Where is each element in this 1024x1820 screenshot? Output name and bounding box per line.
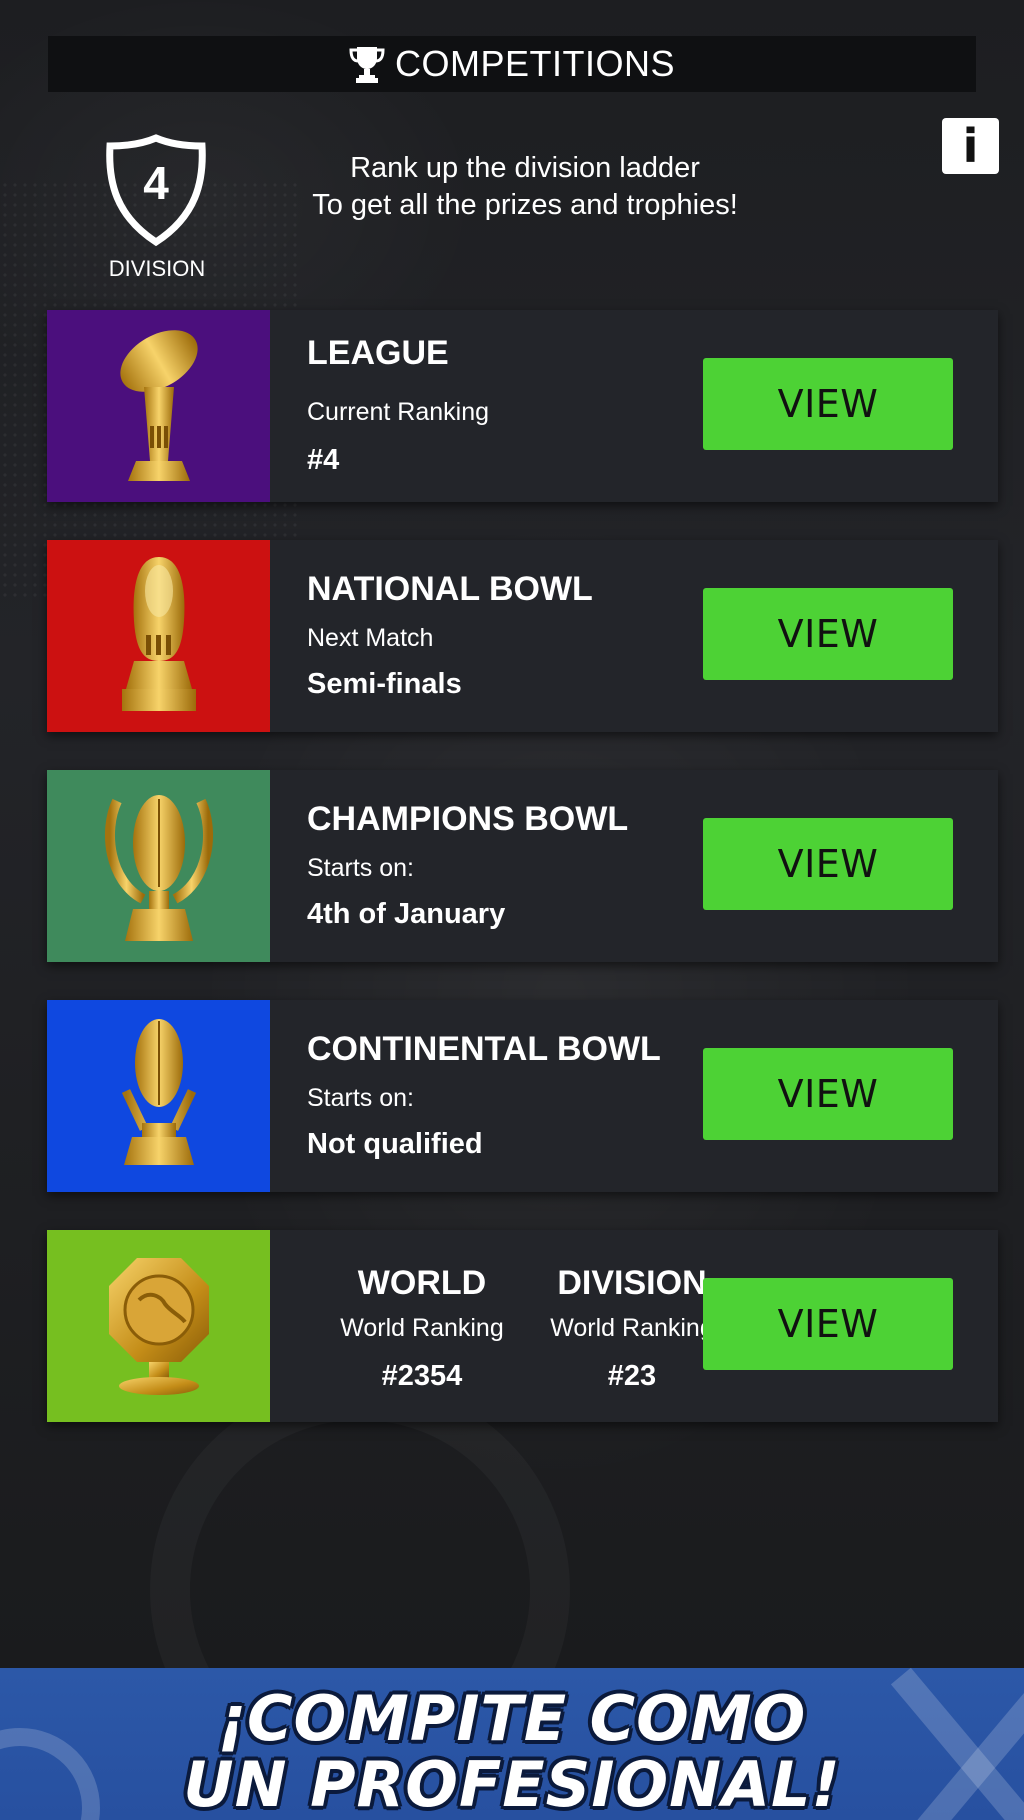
league-view-button[interactable]: VIEW <box>703 358 953 450</box>
card-value: Not qualified <box>307 1128 483 1160</box>
tagline-line-1: Rank up the division ladder <box>350 152 700 184</box>
champions-bowl-trophy-icon <box>104 795 213 941</box>
division-subtitle: World Ranking <box>550 1314 714 1342</box>
division-value: #23 <box>607 1360 657 1392</box>
card-title: CHAMPIONS BOWL <box>307 800 629 838</box>
world-value: #2354 <box>381 1360 463 1392</box>
title-bar: COMPETITIONS <box>48 36 976 92</box>
world-ranking-view-button[interactable]: VIEW <box>703 1278 953 1370</box>
continental-bowl-info: CONTINENTAL BOWL Starts on: Not qualifie… <box>307 1000 727 1192</box>
division-title: DIVISION <box>557 1264 707 1302</box>
national-bowl-trophy-icon <box>121 557 196 711</box>
card-title: LEAGUE <box>307 334 449 372</box>
league-card: LEAGUE Current Ranking #4 VIEW <box>47 310 998 502</box>
world-ranking-thumbnail <box>47 1230 270 1422</box>
info-button[interactable]: i <box>942 118 999 174</box>
world-ranking-column: WORLD World Ranking #2354 <box>327 1230 517 1422</box>
card-subtitle: Starts on: <box>307 854 414 882</box>
info-icon: i <box>962 119 979 173</box>
national-bowl-view-button[interactable]: VIEW <box>703 588 953 680</box>
promo-banner: ¡COMPITE COMO UN PROFESIONAL! <box>0 1668 1024 1820</box>
continental-bowl-card: CONTINENTAL BOWL Starts on: Not qualifie… <box>47 1000 998 1192</box>
card-title: CONTINENTAL BOWL <box>307 1030 661 1068</box>
card-value: Semi-finals <box>307 668 462 700</box>
champions-bowl-card: CHAMPIONS BOWL Starts on: 4th of January… <box>47 770 998 962</box>
league-thumbnail <box>47 310 270 502</box>
world-globe-trophy-icon <box>108 1258 209 1395</box>
league-trophy-icon <box>119 330 198 481</box>
national-bowl-card: NATIONAL BOWL Next Match Semi-finals VIE… <box>47 540 998 732</box>
world-ranking-card: WORLD World Ranking #2354 DIVISION World… <box>47 1230 998 1422</box>
champions-bowl-thumbnail <box>47 770 270 962</box>
card-subtitle: Starts on: <box>307 1084 414 1112</box>
national-bowl-info: NATIONAL BOWL Next Match Semi-finals <box>307 540 727 732</box>
division-number: 4 <box>143 157 169 209</box>
card-title: NATIONAL BOWL <box>307 570 593 608</box>
continental-bowl-trophy-icon <box>121 1019 196 1165</box>
banner-line-2: UN PROFESIONAL! <box>183 1748 841 1820</box>
card-subtitle: Next Match <box>307 624 434 652</box>
card-subtitle: Current Ranking <box>307 398 490 426</box>
division-label: DIVISION <box>108 256 206 281</box>
trophy-icon <box>349 47 385 83</box>
card-value: 4th of January <box>307 898 506 930</box>
champions-bowl-info: CHAMPIONS BOWL Starts on: 4th of January <box>307 770 727 962</box>
continental-bowl-thumbnail <box>47 1000 270 1192</box>
continental-bowl-view-button[interactable]: VIEW <box>703 1048 953 1140</box>
champions-bowl-view-button[interactable]: VIEW <box>703 818 953 910</box>
banner-line-1: ¡COMPITE COMO <box>217 1682 807 1755</box>
league-info: LEAGUE Current Ranking #4 <box>307 310 727 502</box>
national-bowl-thumbnail <box>47 540 270 732</box>
world-subtitle: World Ranking <box>340 1314 504 1342</box>
page-title: COMPETITIONS <box>394 43 675 84</box>
tagline: Rank up the division ladder To get all t… <box>260 150 790 224</box>
division-ranking-column: DIVISION World Ranking #23 <box>537 1230 727 1422</box>
card-value: #4 <box>307 444 340 476</box>
tagline-line-2: To get all the prizes and trophies! <box>312 189 738 221</box>
world-title: WORLD <box>357 1264 487 1302</box>
